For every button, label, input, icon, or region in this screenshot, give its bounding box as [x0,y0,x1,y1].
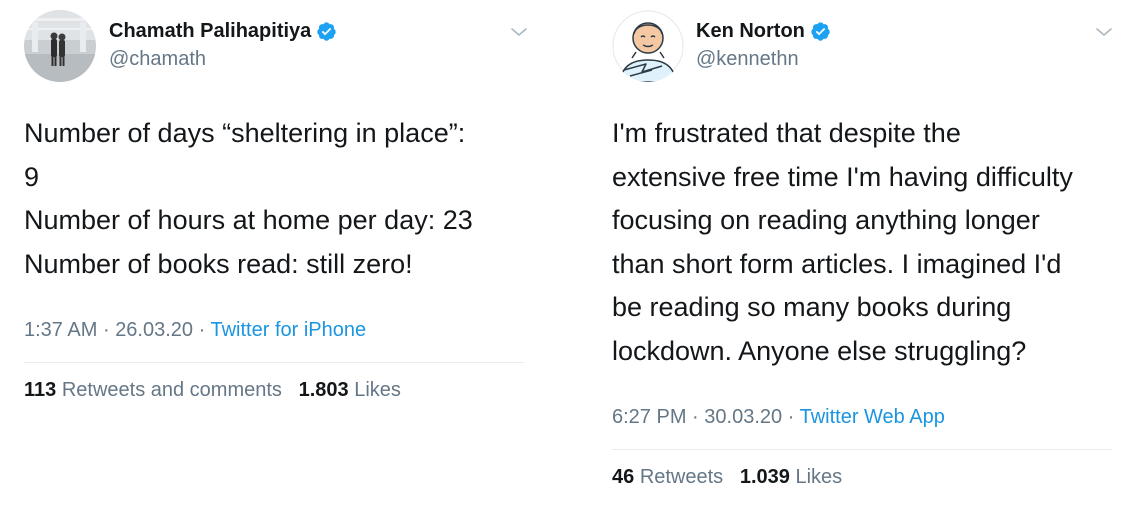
likes-label: Likes [354,379,401,401]
divider [612,449,1112,450]
retweets-stat[interactable]: 46 Retweets [612,466,723,488]
tweet-source-link[interactable]: Twitter for iPhone [210,319,366,341]
handle[interactable]: @kennethn [696,48,799,71]
tweet-text-line: 9 [24,161,40,192]
tweet-text-line: Number of books read: still zero! [24,248,413,279]
likes-count: 1.803 [298,379,349,401]
handle[interactable]: @chamath [109,48,206,71]
likes-stat[interactable]: 1.039 Likes [740,466,842,488]
tweet-text-line: lockdown. Anyone else struggling? [612,335,1027,366]
tweet-text: I'm frustrated that despite the extensiv… [612,112,1117,373]
avatar[interactable] [24,10,96,82]
meta-separator: · [198,319,206,341]
meta-separator: · [102,319,110,341]
meta-separator: · [787,406,795,428]
tweet-date[interactable]: 30.03.20 [704,406,782,428]
tweet-text-line: be reading so many books during [612,292,1012,322]
tweet-time[interactable]: 1:37 AM [24,319,97,341]
display-name[interactable]: Ken Norton [696,20,805,43]
verified-badge-icon [317,22,336,41]
divider [24,362,524,363]
chevron-down-icon[interactable] [1094,22,1114,42]
tweet-text-line: extensive free time I'm having difficult… [612,161,1073,192]
tweet-text-line: focusing on reading anything longer [612,205,1040,235]
tweet-card: Ken Norton @kennethn I'm frustrated that… [590,0,1134,510]
tweet-stats: 46 Retweets 1.039 Likes [612,466,842,489]
tweet-meta: 1:37 AM · 26.03.20 · Twitter for iPhone [24,319,366,342]
author-name-row[interactable]: Chamath Palihapitiya [109,20,337,43]
tweet-text-line: Number of hours at home per day: 23 [24,205,473,235]
tweet-card: Chamath Palihapitiya @chamath Number of … [0,0,545,510]
tweet-text-line: I'm frustrated that despite the [612,118,961,148]
verified-badge-icon [811,22,830,41]
retweets-label: Retweets and comments [61,379,282,401]
tweet-text-line: Number of days “sheltering in place”: [24,118,466,148]
retweets-count: 113 [24,379,57,401]
tweet-time[interactable]: 6:27 PM [612,406,686,428]
display-name[interactable]: Chamath Palihapitiya [109,20,311,43]
retweets-label: Retweets [639,466,724,488]
likes-stat[interactable]: 1.803 Likes [299,379,401,401]
tweet-text-line: than short form articles. I imagined I'd [612,248,1062,279]
retweets-count: 46 [612,466,635,488]
tweet-date[interactable]: 26.03.20 [115,319,193,341]
likes-label: Likes [795,466,843,488]
tweet-source-link[interactable]: Twitter Web App [800,406,945,428]
likes-count: 1.039 [739,466,790,488]
avatar-photo [24,10,96,82]
tweet-stats: 113 Retweets and comments 1.803 Likes [24,379,401,402]
avatar-illustration [612,10,684,82]
tweet-meta: 6:27 PM · 30.03.20 · Twitter Web App [612,406,945,429]
avatar[interactable] [612,10,684,82]
chevron-down-icon[interactable] [509,22,529,42]
retweets-stat[interactable]: 113 Retweets and comments [24,379,282,401]
tweet-text: Number of days “sheltering in place”: 9 … [24,112,524,286]
author-name-row[interactable]: Ken Norton [696,20,831,43]
meta-separator: · [692,406,699,428]
